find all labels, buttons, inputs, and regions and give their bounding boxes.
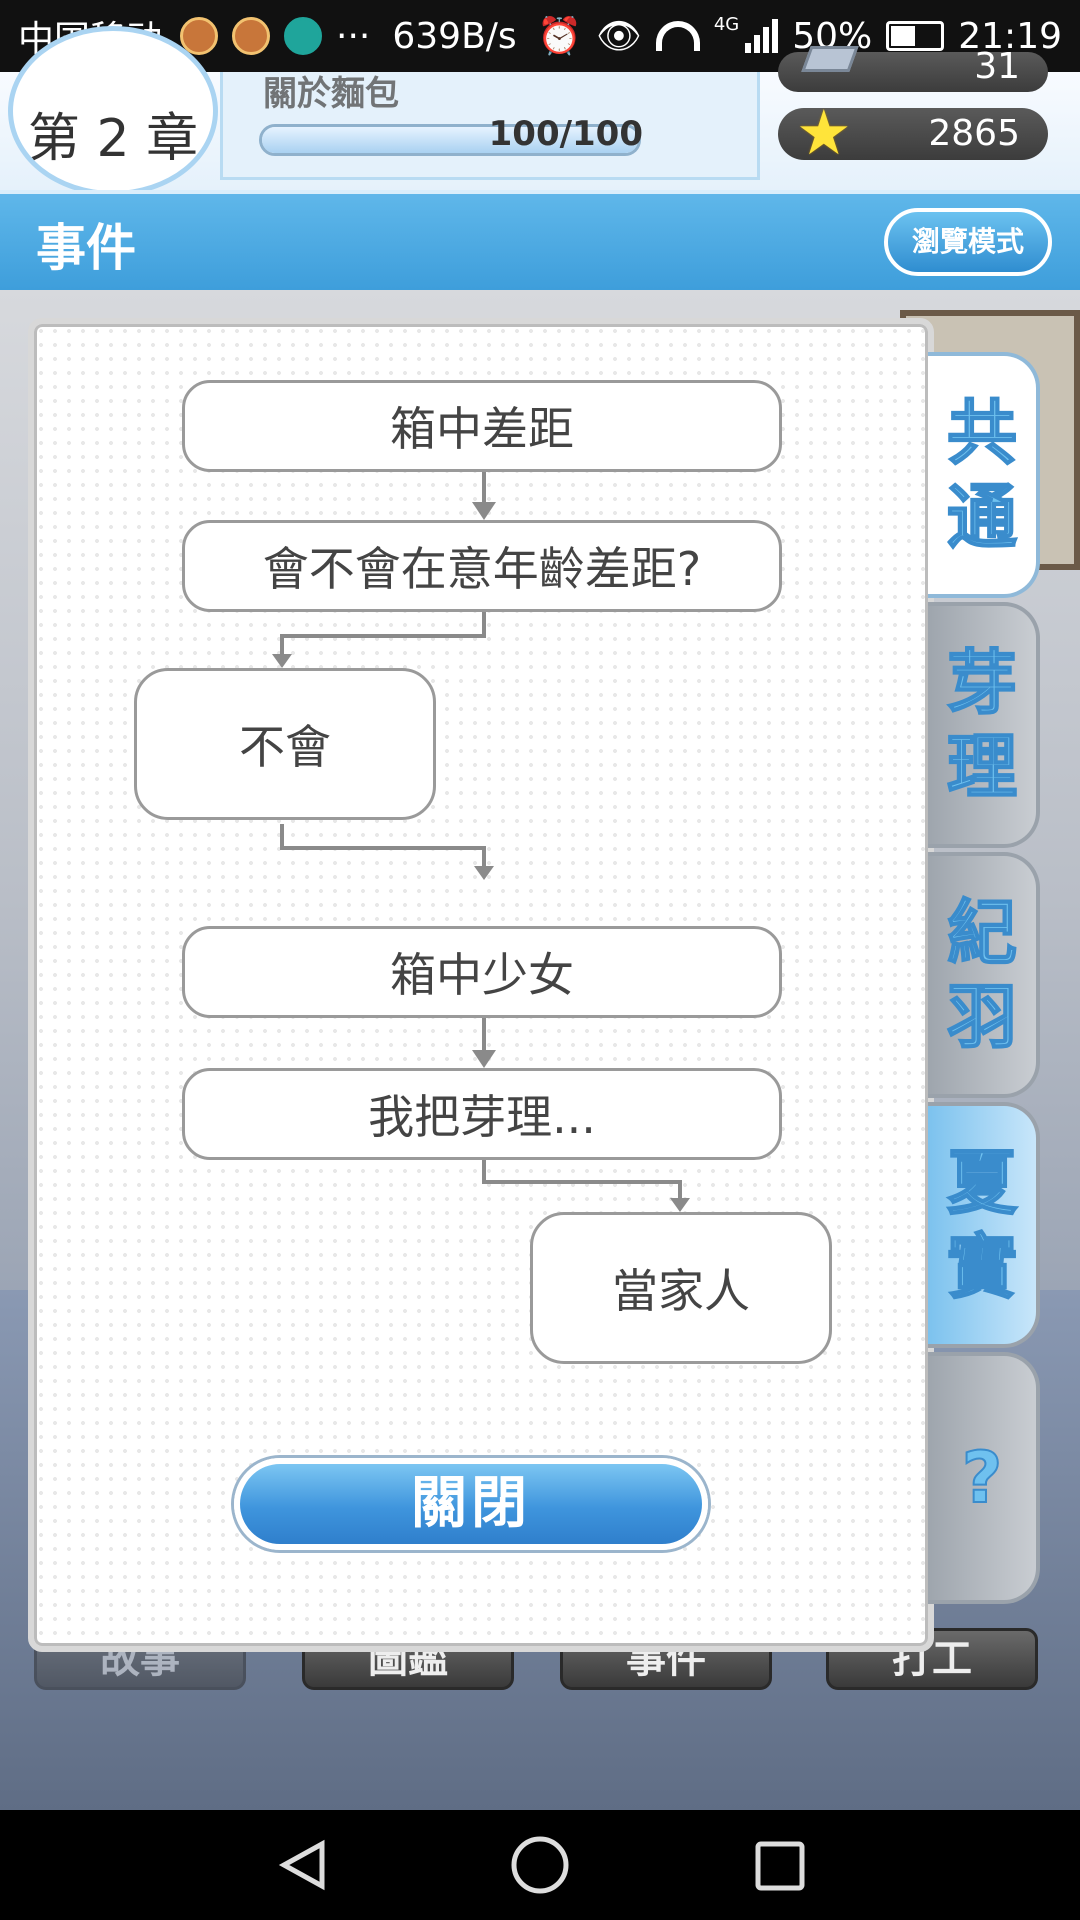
network-type: 4G <box>713 13 740 35</box>
system-nav-bar <box>0 1810 1080 1920</box>
event-question-box: 會不會在意年齡差距? <box>182 520 782 612</box>
star-count: 2865 <box>928 113 1020 154</box>
more-notifications-icon: ··· <box>336 15 371 57</box>
chapter-subtitle: 關於麵包 <box>263 74 399 114</box>
progress-label: 100/100 <box>488 114 643 154</box>
home-icon[interactable] <box>508 1810 572 1920</box>
gem-count: 31 <box>974 46 1020 87</box>
signal-icon <box>745 19 779 53</box>
timer-icon <box>284 17 323 55</box>
tab-label: 通 <box>946 475 1018 559</box>
tab-label: ? <box>961 1436 1004 1520</box>
chapter-panel: 關於麵包 100/100 <box>220 72 760 180</box>
arrow-head <box>272 654 292 668</box>
tab-label: 紀 <box>946 891 1018 975</box>
tab-label: 理 <box>946 725 1018 809</box>
gem-counter: 31 <box>778 46 1048 92</box>
arrow-head <box>472 1050 496 1068</box>
tab-label: 羽 <box>946 975 1018 1059</box>
arrow-head <box>472 502 496 520</box>
arrow-head <box>474 866 494 880</box>
eye-icon: 👁 <box>596 16 642 57</box>
event-choice-box[interactable]: 不會 <box>134 668 436 820</box>
tab-label: 夏 <box>946 1141 1018 1225</box>
tab-label: 實 <box>946 1225 1018 1309</box>
app-notification-icon <box>232 17 271 55</box>
tab-label: 芽 <box>946 641 1018 725</box>
game-header: 關於麵包 100/100 第 2 章 31 ★ 2865 <box>0 26 1080 196</box>
star-counter: ★ 2865 <box>778 102 1048 164</box>
wifi-icon <box>655 21 700 51</box>
connector-line <box>280 824 486 868</box>
chapter-badge: 第 2 章 <box>8 26 218 196</box>
tab-natsumi[interactable]: 夏 實 <box>928 1102 1040 1348</box>
event-choice-box[interactable]: 當家人 <box>530 1212 832 1364</box>
tab-kiha[interactable]: 紀 羽 <box>928 852 1040 1098</box>
browse-mode-button[interactable]: 瀏覽模式 <box>884 208 1052 276</box>
network-speed: 639B/s <box>392 15 517 57</box>
star-icon: ★ <box>796 96 852 169</box>
connector-line <box>280 610 486 656</box>
close-button[interactable]: 關閉 <box>234 1458 708 1550</box>
arrow-head <box>670 1198 690 1212</box>
back-icon[interactable] <box>270 1810 334 1920</box>
gem-icon <box>801 46 859 72</box>
event-title-box: 箱中少女 <box>182 926 782 1018</box>
section-bar: 事件 瀏覽模式 <box>0 190 1080 290</box>
event-flow-dialog: 箱中差距 會不會在意年齡差距? 不會 箱中少女 我把芽理... 當家人 關閉 <box>28 318 934 1652</box>
recents-icon[interactable] <box>748 1810 812 1920</box>
section-title: 事件 <box>36 219 136 277</box>
connector-line <box>482 1158 682 1200</box>
tab-meri[interactable]: 芽 理 <box>928 602 1040 848</box>
tab-unknown[interactable]: ? <box>928 1352 1040 1604</box>
battery-icon <box>886 21 945 51</box>
tab-label: 共 <box>946 391 1018 475</box>
event-title-box: 箱中差距 <box>182 380 782 472</box>
tab-common[interactable]: 共 通 <box>928 352 1040 598</box>
alarm-icon: ⏰ <box>537 16 583 57</box>
event-question-box: 我把芽理... <box>182 1068 782 1160</box>
